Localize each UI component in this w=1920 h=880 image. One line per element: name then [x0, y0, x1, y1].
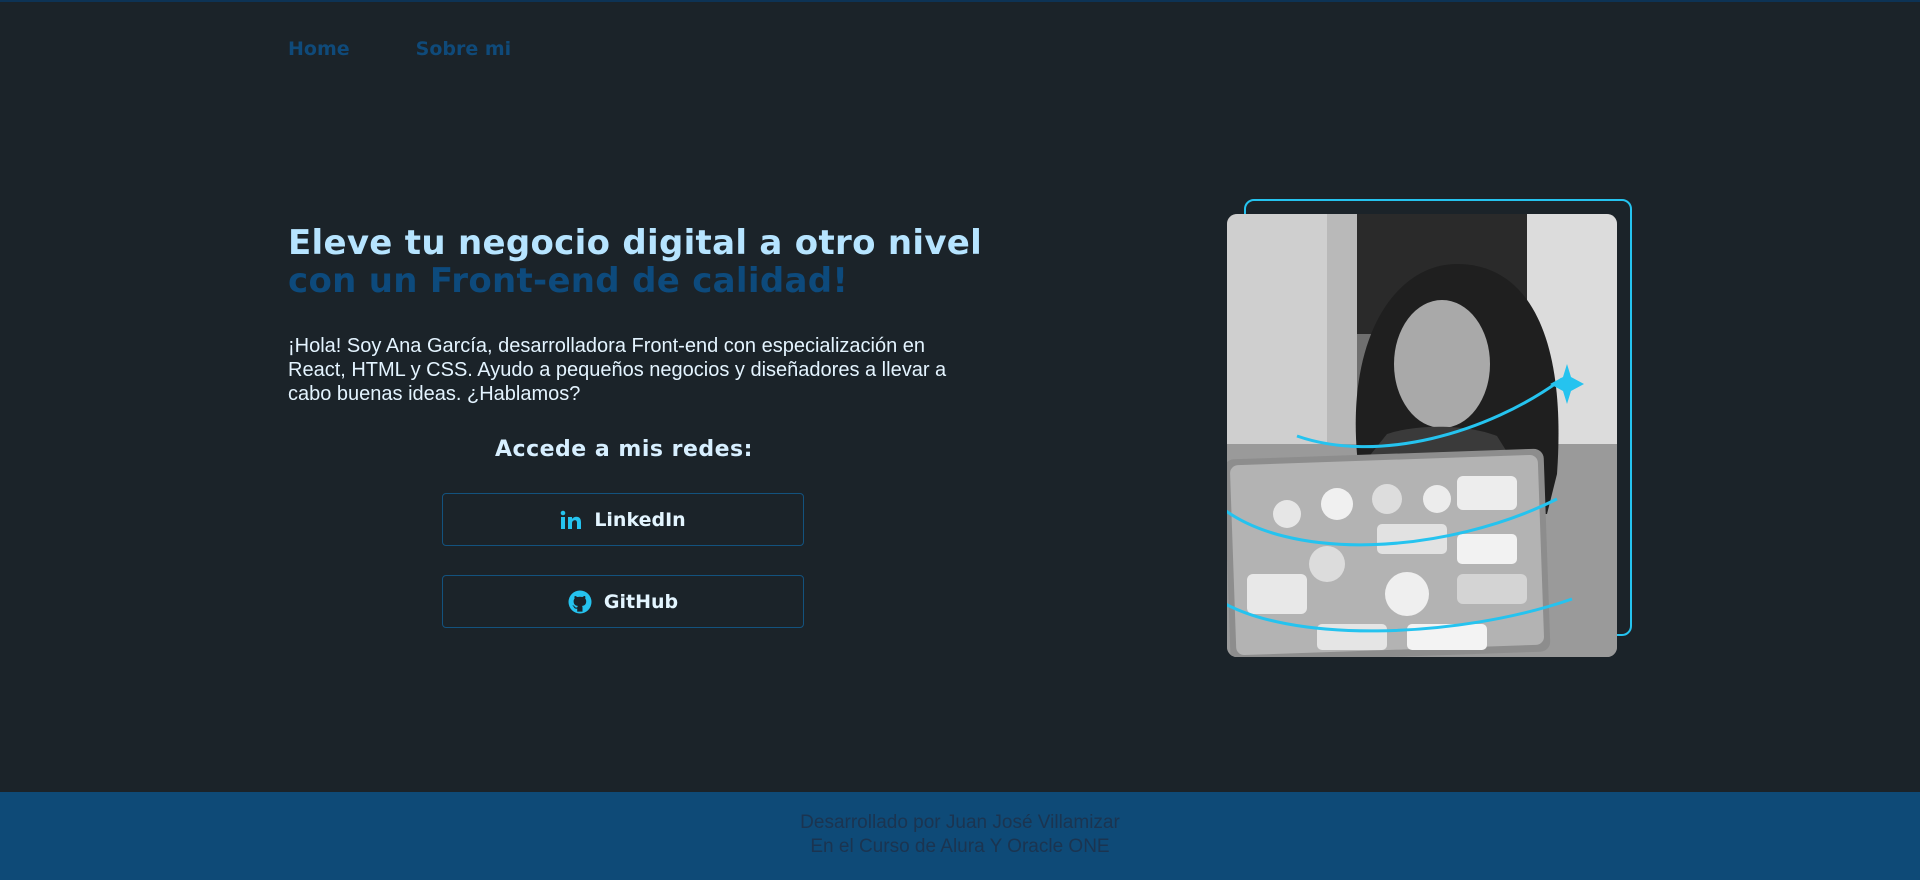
nav-link-home[interactable]: Home: [288, 38, 350, 60]
linkedin-label: LinkedIn: [594, 508, 686, 531]
linkedin-icon: [560, 510, 582, 530]
main-nav: Home Sobre mi: [288, 38, 511, 60]
github-button[interactable]: GitHub: [442, 575, 804, 628]
footer-course: En el Curso de Alura Y Oracle ONE: [810, 836, 1110, 857]
footer-credit: Desarrollado por Juan José Villamizar: [800, 812, 1120, 833]
hero-title: Eleve tu negocio digital a otro nivel co…: [288, 224, 988, 300]
nav-link-sobre-mi[interactable]: Sobre mi: [416, 38, 512, 60]
profile-photo: [1227, 214, 1617, 657]
hero-title-accent: con un Front-end de calidad!: [288, 261, 849, 301]
github-label: GitHub: [603, 590, 679, 613]
social-heading: Accede a mis redes:: [495, 437, 753, 462]
hero-title-main: Eleve tu negocio digital a otro nivel: [288, 223, 983, 263]
footer: Desarrollado por Juan José Villamizar En…: [0, 792, 1920, 880]
github-icon: [568, 590, 592, 614]
top-border-line: [0, 0, 1920, 2]
linkedin-button[interactable]: LinkedIn: [442, 493, 804, 546]
intro-paragraph: ¡Hola! Soy Ana García, desarrolladora Fr…: [288, 335, 947, 405]
